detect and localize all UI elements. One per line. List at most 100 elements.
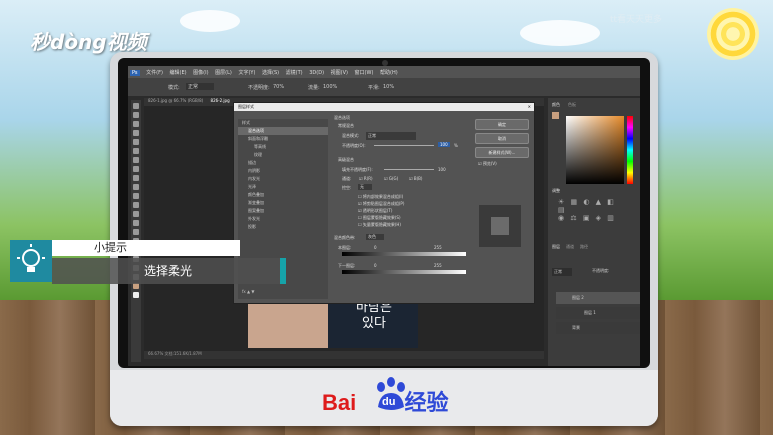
new-style-button[interactable]: 新建样式(W)...	[475, 147, 529, 158]
sidebar-item-satin[interactable]: 光泽	[238, 183, 328, 191]
opacity-value[interactable]: 70%	[273, 84, 284, 90]
menu-window[interactable]: 窗口(W)	[355, 69, 374, 76]
close-icon[interactable]: ✕	[528, 103, 531, 111]
cloud	[180, 10, 240, 32]
paths-tab[interactable]: 路径	[580, 244, 588, 250]
background-color-swatch[interactable]	[133, 292, 139, 298]
sidebar-item-inner-glow[interactable]: 内发光	[238, 175, 328, 183]
sidebar-item-outer-glow[interactable]: 外发光	[238, 215, 328, 223]
under-layer-max: 255	[434, 263, 442, 268]
color-tab[interactable]: 颜色	[552, 102, 560, 108]
sidebar-item-stroke[interactable]: 描边	[238, 159, 328, 167]
layer-blend-mode[interactable]: 正常	[552, 268, 572, 276]
eraser-tool-icon[interactable]	[133, 193, 139, 199]
opacity-slider[interactable]	[374, 145, 434, 146]
smooth-value[interactable]: 10%	[383, 84, 394, 90]
cloud	[520, 20, 600, 46]
doc-tab-2[interactable]: 826-2.jpg	[211, 98, 230, 103]
crop-tool-icon[interactable]	[133, 139, 139, 145]
layer-opacity-label: 不透明度:	[592, 268, 610, 273]
under-layer-gradient-slider[interactable]	[342, 270, 466, 274]
sidebar-header: 样式	[242, 120, 250, 125]
menu-layer[interactable]: 图层(L)	[215, 69, 232, 76]
fill-input[interactable]: 100	[438, 167, 446, 172]
menu-type[interactable]: 文字(Y)	[238, 69, 255, 76]
adjust-tab[interactable]: 调整	[552, 188, 560, 194]
brush-tool-icon[interactable]	[133, 166, 139, 172]
sidebar-item-gradient-overlay[interactable]: 渐变叠加	[238, 199, 328, 207]
cancel-button[interactable]: 取消	[475, 133, 529, 144]
menu-3d[interactable]: 3D(D)	[309, 70, 324, 76]
healing-tool-icon[interactable]	[133, 157, 139, 163]
check-transparency-shapes[interactable]: ☑ 透明形状图层(T)	[358, 208, 392, 214]
tip-title: 小提示	[94, 241, 127, 254]
blend-if-select[interactable]: 灰色	[366, 234, 384, 240]
layer-row[interactable]: 图层 2	[556, 292, 640, 304]
menu-select[interactable]: 选择(S)	[262, 69, 279, 76]
check-label: 将剪贴图层混合成组(P)	[362, 201, 405, 206]
check-layer-mask-hides[interactable]: ☐ 图层蒙版隐藏效果(S)	[358, 215, 401, 221]
this-layer-gradient-slider[interactable]	[342, 252, 466, 256]
lasso-tool-icon[interactable]	[133, 121, 139, 127]
menu-file[interactable]: 文件(F)	[146, 69, 163, 76]
fg-color-chip[interactable]	[552, 112, 559, 119]
mode-select[interactable]: 正常	[186, 83, 215, 90]
layer-row[interactable]: 图层 1	[556, 307, 640, 319]
sidebar-item-blend-options[interactable]: 混合选项	[238, 127, 328, 135]
check-vector-mask-hides[interactable]: ☐ 矢量蒙版隐藏效果(H)	[358, 222, 401, 228]
ok-button[interactable]: 确定	[475, 119, 529, 130]
style-preview-thumbnail	[479, 205, 521, 247]
fx-toolbar[interactable]: fx ▲ ▼	[242, 289, 254, 294]
menu-image[interactable]: 图像(I)	[193, 69, 208, 76]
layers-tab[interactable]: 图层	[552, 244, 560, 250]
channels-tab[interactable]: 通道	[566, 244, 574, 250]
blend-mode-select[interactable]: 正常	[366, 132, 416, 140]
quick-select-tool-icon[interactable]	[133, 130, 139, 136]
sidebar-item-bevel[interactable]: 斜面和浮雕	[238, 135, 328, 143]
stamp-tool-icon[interactable]	[133, 175, 139, 181]
preview-checkbox[interactable]: ☑ 预览(V)	[478, 161, 497, 167]
sidebar-item-inner-shadow[interactable]: 内阴影	[238, 167, 328, 175]
channel-g-checkbox[interactable]: ☑ G(G)	[384, 176, 398, 181]
fill-opacity-label: 填充不透明度(F):	[342, 167, 373, 172]
hue-slider[interactable]	[627, 116, 633, 184]
channel-r-checkbox[interactable]: ☑ R(R)	[359, 176, 373, 181]
sun-icon	[707, 8, 759, 60]
menu-edit[interactable]: 编辑(E)	[170, 69, 187, 76]
color-picker-field[interactable]	[566, 116, 624, 184]
gradient-tool-icon[interactable]	[133, 202, 139, 208]
menu-help[interactable]: 帮助(H)	[380, 69, 398, 76]
layer-row[interactable]: 背景	[556, 322, 640, 334]
pen-tool-icon[interactable]	[133, 229, 139, 235]
menu-view[interactable]: 视图(V)	[331, 69, 348, 76]
channel-g-label: G(G)	[388, 176, 399, 181]
tip-text-bar: 选择柔光	[52, 258, 280, 284]
check-blend-interior[interactable]: ☐ 将内部效果混合成组(I)	[358, 194, 403, 200]
sidebar-item-drop-shadow[interactable]: 投影	[238, 223, 328, 231]
eyedropper-tool-icon[interactable]	[133, 148, 139, 154]
history-brush-icon[interactable]	[133, 184, 139, 190]
blur-tool-icon[interactable]	[133, 211, 139, 217]
sidebar-item-contour[interactable]: 等高线	[238, 143, 328, 151]
check-blend-clipped[interactable]: ☑ 将剪贴图层混合成组(P)	[358, 201, 404, 207]
menu-filter[interactable]: 滤镜(T)	[286, 69, 303, 76]
doc-tab-1[interactable]: 826-1.jpg @ 66.7% (RGB/8)	[148, 98, 203, 103]
check-label: 透明形状图层(T)	[362, 208, 393, 213]
knockout-select[interactable]: 无	[358, 184, 372, 190]
channel-b-checkbox[interactable]: ☑ B(B)	[409, 176, 422, 181]
swatch-tab[interactable]: 色板	[568, 102, 576, 108]
preview-label: 预览(V)	[482, 161, 497, 166]
sidebar-item-color-overlay[interactable]: 颜色叠加	[238, 191, 328, 199]
adjust-icons[interactable]: ☀ ▦ ◐ ▲ ◧ ▤ ◉ ⚖ ▣ ◈ ▥	[558, 198, 628, 228]
section-advanced-title: 高级混合	[338, 157, 354, 162]
move-tool-icon[interactable]	[133, 103, 139, 109]
opacity-input[interactable]: 100	[438, 142, 450, 147]
sidebar-item-pattern-overlay[interactable]: 图案叠加	[238, 207, 328, 215]
flow-value[interactable]: 100%	[323, 84, 337, 90]
fill-slider[interactable]	[384, 169, 434, 170]
dodge-tool-icon[interactable]	[133, 220, 139, 226]
under-layer-label: 下一图层:	[338, 263, 356, 268]
marquee-tool-icon[interactable]	[133, 112, 139, 118]
sidebar-item-texture[interactable]: 纹理	[238, 151, 328, 159]
this-layer-min: 0	[374, 245, 377, 250]
